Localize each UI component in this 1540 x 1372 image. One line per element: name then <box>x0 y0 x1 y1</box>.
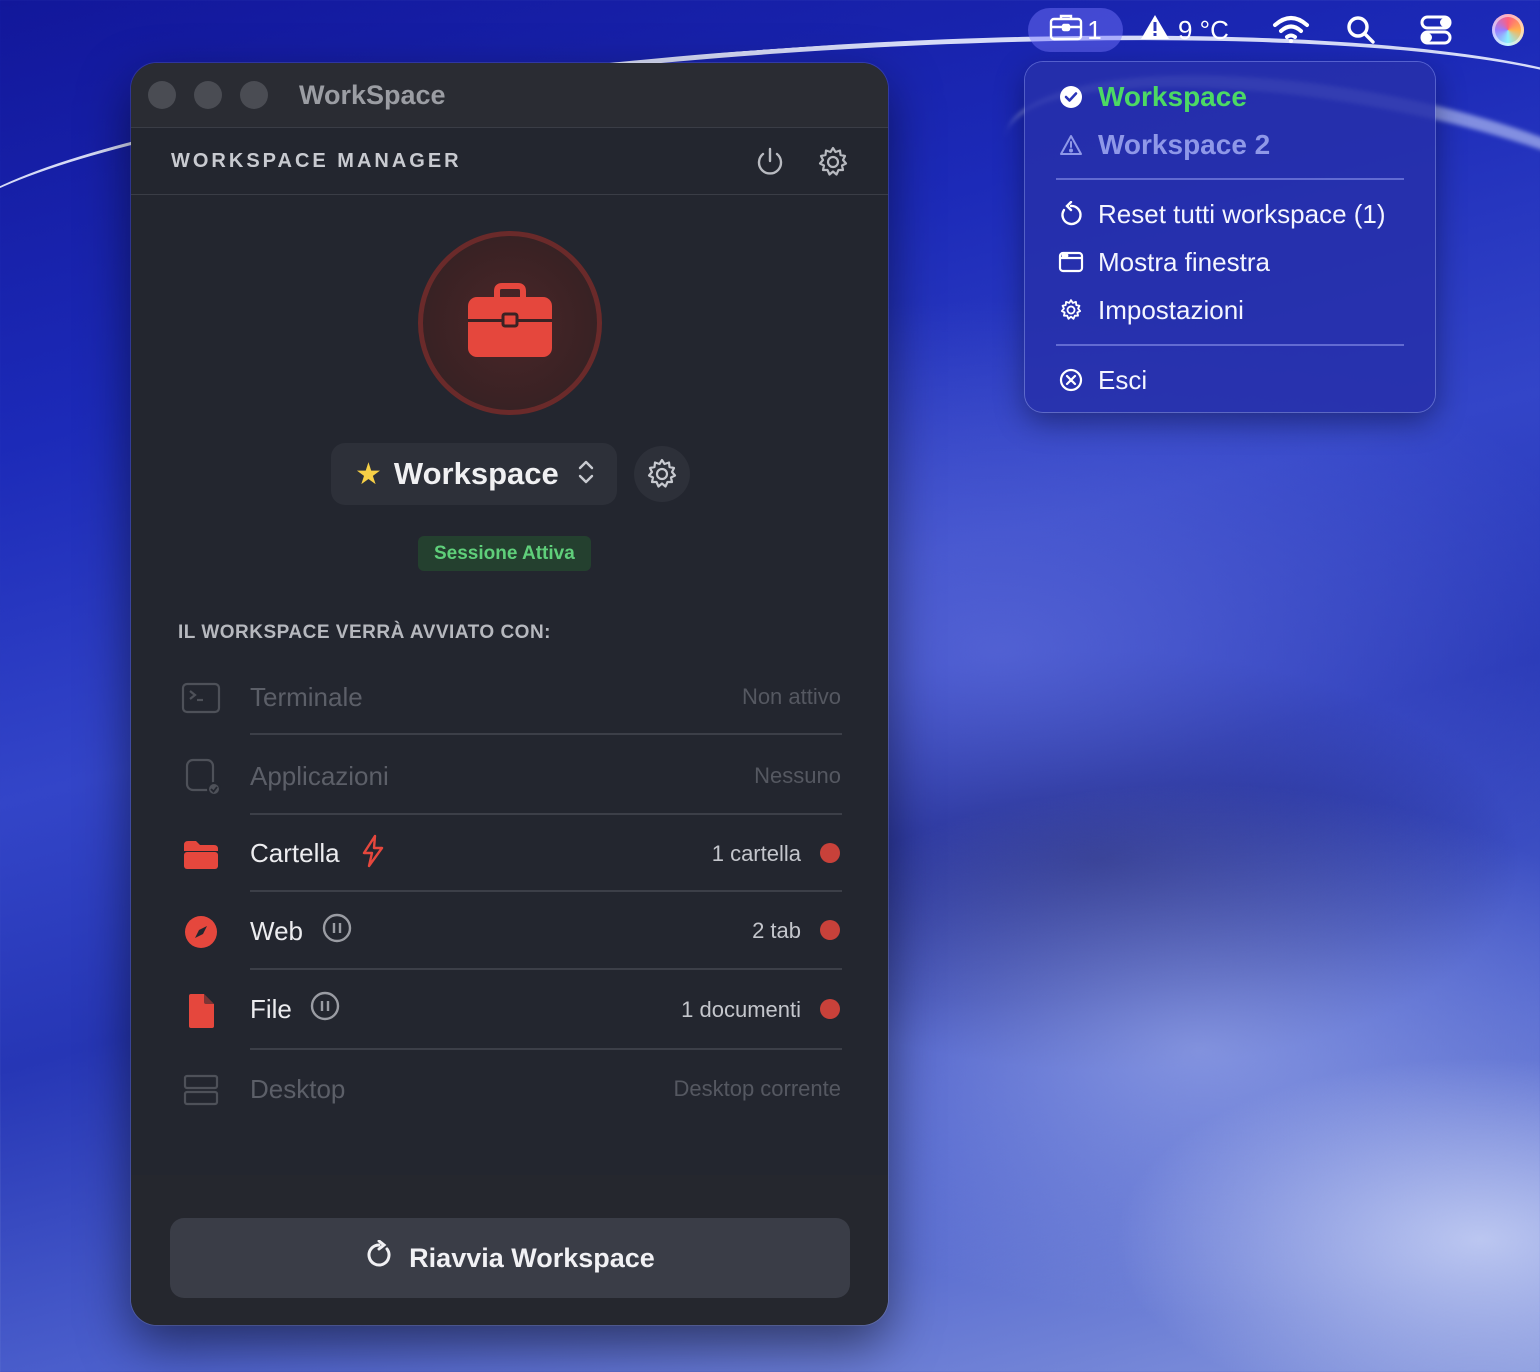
compass-icon <box>181 912 221 952</box>
applications-icon <box>181 757 221 797</box>
module-row-terminal[interactable]: Terminale Non attivo <box>131 658 888 735</box>
window-icon <box>1058 249 1084 275</box>
menu-item-label: Reset tutti workspace (1) <box>1098 198 1386 229</box>
status-dot-icon <box>820 920 840 940</box>
reset-icon <box>1058 201 1084 227</box>
module-value: Non attivo <box>741 684 841 709</box>
status-dot-icon <box>820 999 840 1019</box>
menu-item-label: Mostra finestra <box>1098 246 1270 277</box>
window-title: WorkSpace <box>299 80 446 110</box>
manager-header: WORKSPACE MANAGER <box>131 128 888 195</box>
module-label: Cartella <box>250 838 340 868</box>
workspace-selector[interactable]: ★ Workspace <box>331 443 617 505</box>
restart-label: Riavvia Workspace <box>409 1242 655 1273</box>
module-row-desktop[interactable]: Desktop Desktop corrente <box>131 1050 888 1128</box>
window-footer: Riavvia Workspace <box>131 1175 888 1325</box>
module-value: 1 cartella <box>711 841 801 866</box>
menu-item-label: Workspace 2 <box>1098 129 1271 160</box>
menubar-temperature: 9 °C <box>1178 14 1229 45</box>
status-dot-icon <box>820 843 840 863</box>
menu-item-label: Impostazioni <box>1098 294 1244 325</box>
menu-bar: 1 9 °C <box>0 0 1540 60</box>
menu-item-settings[interactable]: Impostazioni <box>1025 288 1435 332</box>
status-menu: Workspace Workspace 2 Reset tutti worksp… <box>1025 62 1435 412</box>
zoom-window-button[interactable] <box>240 81 268 109</box>
session-status-badge: Sessione Attiva <box>418 536 591 571</box>
menu-item-quit[interactable]: Esci <box>1025 358 1435 402</box>
menubar-weather-item[interactable]: 9 °C <box>1140 8 1229 52</box>
menubar-workspace-item[interactable]: 1 <box>1028 8 1123 52</box>
warning-triangle-icon <box>1058 132 1084 158</box>
title-bar: WorkSpace <box>131 63 888 128</box>
folder-icon <box>181 835 221 875</box>
pause-circle-icon[interactable] <box>321 912 353 949</box>
workspace-window: WorkSpace WORKSPACE MANAGER ★ Workspace … <box>131 63 888 1325</box>
module-label: Web <box>250 916 303 946</box>
briefcase-icon <box>468 283 552 357</box>
minimize-window-button[interactable] <box>194 81 222 109</box>
menu-item-reset-all[interactable]: Reset tutti workspace (1) <box>1025 192 1435 236</box>
siri-icon[interactable] <box>1492 8 1524 52</box>
menubar-workspace-count: 1 <box>1087 14 1102 45</box>
menu-item-workspace-2[interactable]: Workspace 2 <box>1025 123 1435 167</box>
warning-triangle-icon <box>1140 13 1170 48</box>
module-label: File <box>250 994 292 1024</box>
checkmark-circle-icon <box>1058 84 1084 110</box>
pause-circle-icon[interactable] <box>309 990 341 1027</box>
gear-icon <box>647 458 677 488</box>
star-icon: ★ <box>355 457 382 491</box>
wifi-icon[interactable] <box>1272 8 1310 52</box>
menu-item-label: Workspace <box>1098 81 1247 112</box>
desktop-spaces-icon <box>181 1070 221 1110</box>
module-row-file[interactable]: File 1 documenti <box>131 970 888 1050</box>
module-label: Desktop <box>250 1074 346 1104</box>
terminal-icon <box>181 678 221 718</box>
briefcase-icon <box>1049 12 1083 49</box>
menu-divider <box>1056 178 1404 180</box>
module-row-applications[interactable]: Applicazioni Nessuno <box>131 735 888 815</box>
menu-item-label: Esci <box>1098 364 1148 395</box>
menu-item-show-window[interactable]: Mostra finestra <box>1025 240 1435 284</box>
power-icon[interactable] <box>753 145 787 179</box>
module-label: Applicazioni <box>250 761 389 791</box>
close-circle-icon <box>1058 367 1084 393</box>
workspace-settings-button[interactable] <box>634 446 690 502</box>
chevron-updown-icon <box>577 459 595 490</box>
workspace-hero-icon <box>418 231 602 415</box>
close-window-button[interactable] <box>148 81 176 109</box>
module-value: 2 tab <box>752 918 801 943</box>
menu-divider <box>1056 344 1404 346</box>
lightning-icon <box>361 834 385 873</box>
control-center-icon[interactable] <box>1420 8 1452 52</box>
restart-icon <box>365 1239 393 1277</box>
gear-icon <box>1058 297 1084 323</box>
restart-workspace-button[interactable]: Riavvia Workspace <box>170 1218 850 1298</box>
module-value: Desktop corrente <box>673 1076 841 1101</box>
module-label: Terminale <box>250 682 363 712</box>
workspace-name: Workspace <box>393 456 559 491</box>
module-value: Nessuno <box>754 763 841 788</box>
module-row-folder[interactable]: Cartella 1 cartella <box>131 815 888 892</box>
module-value: 1 documenti <box>681 997 801 1022</box>
menu-item-workspace[interactable]: Workspace <box>1025 75 1435 119</box>
search-icon[interactable] <box>1346 8 1376 52</box>
document-icon <box>181 991 221 1031</box>
modules-section-title: IL WORKSPACE VERRÀ AVVIATO CON: <box>178 622 552 643</box>
module-row-web[interactable]: Web 2 tab <box>131 892 888 970</box>
header-title: WORKSPACE MANAGER <box>171 150 462 172</box>
settings-gear-icon[interactable] <box>816 145 850 179</box>
